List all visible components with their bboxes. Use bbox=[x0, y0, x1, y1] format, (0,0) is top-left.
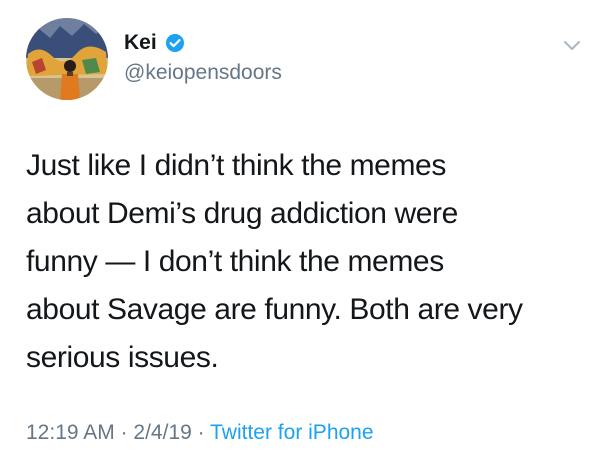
tweet-text-line: serious issues. bbox=[26, 341, 219, 374]
tweet-time[interactable]: 12:19 AM bbox=[26, 421, 115, 444]
tweet-text-line: about Demi’s drug addiction were bbox=[26, 197, 458, 230]
tweet-card: Kei @keiopensdoors Just like I didn’t th… bbox=[0, 0, 595, 470]
display-name[interactable]: Kei bbox=[124, 30, 157, 56]
tweet-text: Just like I didn’t think the memes about… bbox=[26, 142, 576, 382]
author-name-row: Kei bbox=[124, 30, 185, 56]
tweet-text-line: funny — I don’t think the memes bbox=[26, 245, 444, 278]
meta-separator: · bbox=[120, 421, 128, 444]
tweet-text-line: Just like I didn’t think the memes bbox=[26, 149, 446, 182]
chevron-down-icon[interactable] bbox=[562, 38, 582, 52]
verified-badge-icon bbox=[165, 33, 185, 53]
avatar[interactable] bbox=[26, 18, 108, 100]
tweet-metadata: 12:19 AM · 2/4/19 · Twitter for iPhone bbox=[26, 420, 374, 446]
avatar-image bbox=[26, 18, 108, 100]
tweet-date[interactable]: 2/4/19 bbox=[133, 421, 191, 444]
meta-separator: · bbox=[197, 421, 205, 444]
tweet-source-link[interactable]: Twitter for iPhone bbox=[210, 421, 373, 444]
tweet-text-line: about Savage are funny. Both are very bbox=[26, 293, 523, 326]
author-handle[interactable]: @keiopensdoors bbox=[124, 60, 282, 86]
